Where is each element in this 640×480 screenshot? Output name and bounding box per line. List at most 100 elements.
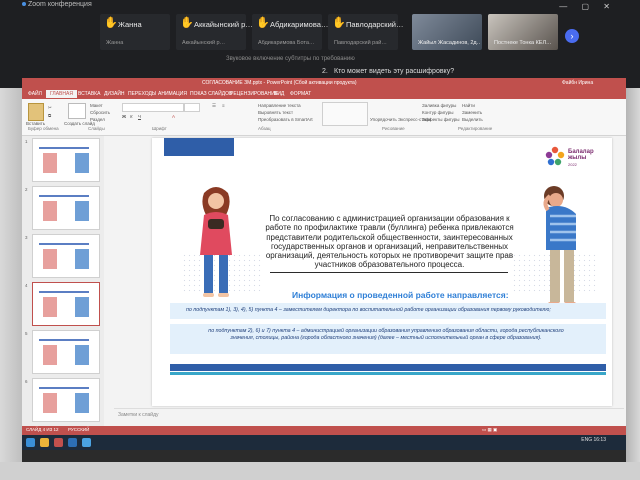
bold-button[interactable]: Ж	[122, 114, 126, 119]
divider-line	[270, 272, 508, 273]
powerpoint-icon[interactable]	[54, 438, 63, 447]
caption-question: Кто может видеть эту расшифровку?	[334, 68, 455, 75]
next-participants-button[interactable]: ›	[565, 29, 579, 43]
raise-hand-icon: ✋	[332, 17, 346, 29]
slide-thumbnail-selected[interactable]: 4	[25, 282, 100, 326]
participant-name: Абдикаримова…	[270, 20, 329, 29]
shape-effects-button[interactable]: Эффекты фигуры	[422, 117, 460, 122]
slide-main-text: По согласованию с администрацией организ…	[265, 214, 514, 270]
raise-hand-icon: ✋	[104, 17, 118, 29]
participant-tile[interactable]: ✋ Жанна Жанна	[100, 14, 170, 50]
arrange-button[interactable]: Упорядочить	[370, 117, 397, 122]
new-slide-icon[interactable]	[68, 103, 86, 119]
ppt-ribbon-tabs: ФАЙЛ ГЛАВНАЯ ВСТАВКА ДИЗАЙН ПЕРЕХОДЫ АНИ…	[22, 89, 626, 99]
slide-thumbnail[interactable]: 5	[25, 330, 100, 374]
tab-format[interactable]: ФОРМАТ	[290, 91, 311, 97]
info-row: по подпунктам 1), 3), 4), 5) пункта 4 – …	[170, 303, 606, 319]
caption-number: 2.	[322, 68, 328, 75]
tab-animation[interactable]: АНИМАЦИЯ	[158, 91, 187, 97]
layout-button[interactable]: Макет	[90, 103, 103, 108]
cut-icon[interactable]: ✂	[48, 105, 52, 111]
group-drawing: Рисование	[382, 126, 405, 131]
slide-counter: СЛАЙД 4 ИЗ 12	[26, 427, 59, 432]
group-editing: Редактирование	[458, 126, 493, 131]
participant-sub: Аккайынский р…	[182, 40, 226, 46]
slide-canvas[interactable]: Балалар жылы 2022 По согласованию с адми…	[152, 138, 612, 406]
monitor-bezel-left	[0, 88, 22, 480]
windows-taskbar: ENG 16:13	[22, 435, 626, 450]
slide-number: 5	[25, 331, 28, 336]
logo-text: Балалар жылы	[568, 149, 594, 161]
clock-time: 16:13	[593, 437, 606, 443]
participant-sub: Жайыл Жасадинов, 2д…	[418, 40, 480, 46]
slide-accent-bar	[164, 138, 234, 156]
find-button[interactable]: Найти	[462, 103, 475, 108]
tab-review[interactable]: РЕЦЕНЗИРОВАНИЕ	[230, 91, 278, 97]
tab-design[interactable]: ДИЗАЙН	[104, 91, 125, 97]
participant-video-tile[interactable]: Жайыл Жасадинов, 2д…	[412, 14, 482, 50]
font-size-select[interactable]	[184, 103, 200, 112]
align-text-button[interactable]: Выровнять текст	[258, 110, 293, 115]
tab-file[interactable]: ФАЙЛ	[28, 91, 42, 97]
ppt-status-bar: СЛАЙД 4 ИЗ 12 РУССКИЙ ▭ ▦ ▣	[22, 426, 626, 435]
underline-button[interactable]: Ч	[138, 114, 141, 119]
slide-number: 1	[25, 139, 28, 144]
font-family-select[interactable]	[122, 103, 184, 112]
select-button[interactable]: Выделить	[462, 117, 483, 122]
participant-tile[interactable]: ✋ Аккайынский р… Аккайынский р…	[176, 14, 253, 50]
language-indicator[interactable]: РУССКИЙ	[68, 427, 89, 432]
slide-thumbnail[interactable]: 3	[25, 234, 100, 278]
info-heading: Информация о проведенной работе направля…	[292, 290, 509, 300]
slide-thumbnails-panel: 1 2 3 4 5 6	[22, 136, 104, 426]
shape-fill-button[interactable]: Заливка фигуры	[422, 103, 456, 108]
ppt-title-bar: СОГЛАСОВАНИЕ ЗМ.pptx - PowerPoint (Сбой …	[22, 78, 626, 89]
slide-number: 6	[25, 379, 28, 384]
notes-pane[interactable]: Заметки к слайду	[114, 408, 624, 423]
participant-tile[interactable]: ✋ Абдикаримова… Абдикаримова Бота…	[252, 14, 328, 50]
smartart-button[interactable]: Преобразовать в SmartArt	[258, 117, 313, 122]
slide-number: 4	[25, 283, 28, 288]
window-controls[interactable]: — ▢ ✕	[559, 2, 616, 11]
participant-sub: Павлодарский рай…	[334, 40, 387, 46]
reset-button[interactable]: Сбросить	[90, 110, 110, 115]
taskbar-clock[interactable]: ENG 16:13	[581, 437, 606, 443]
start-icon[interactable]	[26, 438, 35, 447]
view-buttons[interactable]: ▭ ▦ ▣	[482, 427, 497, 433]
participant-video-tile[interactable]: Постнеке Тонка КЕЛ…	[488, 14, 558, 50]
section-button[interactable]: Раздел	[90, 117, 105, 122]
text-direction-button[interactable]: Направление текста	[258, 103, 301, 108]
shape-outline-button[interactable]: Контур фигуры	[422, 110, 453, 115]
logo-year: 2022	[568, 162, 577, 167]
slide-thumbnail[interactable]: 6	[25, 378, 100, 422]
font-color-button[interactable]: A	[172, 114, 175, 119]
conference-top-bar: Zoom конференция — ▢ ✕ ✋ Жанна Жанна ✋ А…	[0, 0, 640, 88]
tab-transitions[interactable]: ПЕРЕХОДЫ	[128, 91, 156, 97]
replace-button[interactable]: Заменить	[462, 110, 482, 115]
slide-thumbnail[interactable]: 1	[25, 138, 100, 182]
zoom-icon[interactable]	[82, 438, 91, 447]
slide-thumbnail[interactable]: 2	[25, 186, 100, 230]
copy-icon[interactable]: ⧉	[48, 113, 51, 118]
participant-sub: Абдикаримова Бота…	[258, 40, 315, 46]
bullets-icon[interactable]: ☰	[212, 103, 216, 109]
shapes-gallery[interactable]	[322, 102, 368, 126]
explorer-icon[interactable]	[40, 438, 49, 447]
monitor-bezel-bottom	[0, 462, 640, 480]
footer-band-teal	[170, 372, 606, 375]
group-slides: Слайды	[88, 126, 105, 131]
tab-view[interactable]: ВИД	[274, 91, 284, 97]
word-icon[interactable]	[68, 438, 77, 447]
italic-button[interactable]: К	[130, 114, 133, 119]
tab-insert[interactable]: ВСТАВКА	[78, 91, 100, 97]
numbering-icon[interactable]: ≡	[222, 103, 225, 108]
paste-icon[interactable]	[28, 103, 44, 121]
participant-sub: Постнеке Тонка КЕЛ…	[494, 40, 552, 46]
notes-placeholder: Заметки к слайду	[118, 412, 159, 418]
tab-slideshow[interactable]: ПОКАЗ СЛАЙДОВ	[190, 91, 232, 97]
ppt-user: Файбн Ирина	[562, 80, 594, 86]
tab-home[interactable]: ГЛАВНАЯ	[46, 90, 77, 98]
raise-hand-icon: ✋	[180, 17, 194, 29]
clock-lang: ENG	[581, 437, 593, 443]
participant-tile[interactable]: ✋ Павлодарский… Павлодарский рай…	[328, 14, 403, 50]
info-row-text: по подпунктам 2), 6) и 7) пункта 4 – адм…	[208, 328, 564, 341]
